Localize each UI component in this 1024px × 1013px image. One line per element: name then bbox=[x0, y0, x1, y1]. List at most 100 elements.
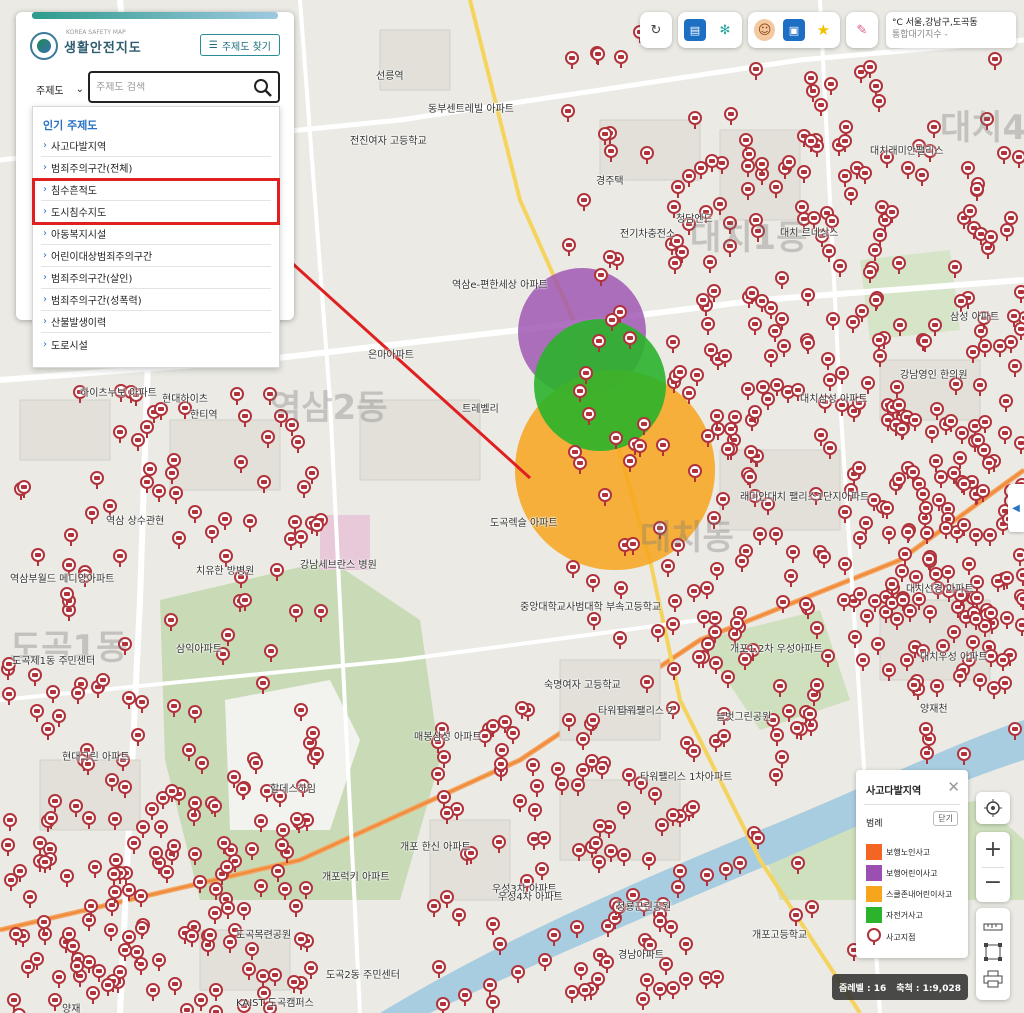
accident-pin[interactable] bbox=[44, 811, 58, 829]
accident-pin[interactable] bbox=[264, 644, 278, 662]
accident-pin[interactable] bbox=[140, 420, 154, 438]
accident-pin[interactable] bbox=[978, 415, 992, 433]
accident-pin[interactable] bbox=[721, 670, 735, 688]
accident-pin[interactable] bbox=[168, 977, 182, 995]
accident-pin[interactable] bbox=[919, 722, 933, 740]
accident-pin[interactable] bbox=[579, 366, 593, 384]
accident-pin[interactable] bbox=[687, 584, 701, 602]
accident-pin[interactable] bbox=[733, 856, 747, 874]
accident-pin[interactable] bbox=[686, 800, 700, 818]
accident-pin[interactable] bbox=[998, 426, 1012, 444]
accident-pin[interactable] bbox=[982, 456, 996, 474]
zoom-in-icon[interactable]: + bbox=[984, 835, 1002, 867]
accident-pin[interactable] bbox=[775, 312, 789, 330]
accident-pin[interactable] bbox=[969, 528, 983, 546]
accident-pin[interactable] bbox=[871, 637, 885, 655]
accident-pin[interactable] bbox=[299, 881, 313, 899]
accident-pin[interactable] bbox=[294, 703, 308, 721]
accident-pin[interactable] bbox=[704, 343, 718, 361]
popular-item-child-crime[interactable]: › 어린이대상범죄주의구간 bbox=[41, 245, 271, 267]
accident-pin[interactable] bbox=[69, 799, 83, 817]
accident-pin[interactable] bbox=[310, 518, 324, 536]
accident-pin[interactable] bbox=[748, 317, 762, 335]
accident-pin[interactable] bbox=[1014, 285, 1024, 303]
accident-pin[interactable] bbox=[9, 927, 23, 945]
accident-pin[interactable] bbox=[930, 679, 944, 697]
accident-pin[interactable] bbox=[668, 594, 682, 612]
accident-pin[interactable] bbox=[310, 747, 324, 765]
accident-pin[interactable] bbox=[948, 260, 962, 278]
close-icon[interactable]: ✕ bbox=[947, 778, 960, 796]
accident-pin[interactable] bbox=[709, 656, 723, 674]
accident-pin[interactable] bbox=[730, 616, 744, 634]
accident-pin[interactable] bbox=[268, 968, 282, 986]
accident-pin[interactable] bbox=[666, 808, 680, 826]
accident-pin[interactable] bbox=[716, 492, 730, 510]
accident-pin[interactable] bbox=[617, 801, 631, 819]
accident-pin[interactable] bbox=[84, 899, 98, 917]
accident-pin[interactable] bbox=[134, 889, 148, 907]
accident-pin[interactable] bbox=[814, 428, 828, 446]
accident-pin[interactable] bbox=[739, 133, 753, 151]
accident-pin[interactable] bbox=[154, 820, 168, 838]
accident-pin[interactable] bbox=[1014, 436, 1024, 454]
accident-pin[interactable] bbox=[195, 756, 209, 774]
accident-pin[interactable] bbox=[920, 526, 934, 544]
accident-pin[interactable] bbox=[165, 784, 179, 802]
accident-pin[interactable] bbox=[600, 955, 614, 973]
accident-pin[interactable] bbox=[748, 405, 762, 423]
accident-pin[interactable] bbox=[700, 868, 714, 886]
accident-pin[interactable] bbox=[573, 384, 587, 402]
accident-pin[interactable] bbox=[1015, 618, 1024, 636]
accident-pin[interactable] bbox=[930, 402, 944, 420]
accident-pin[interactable] bbox=[271, 864, 285, 882]
accident-pin[interactable] bbox=[108, 812, 122, 830]
accident-pin[interactable] bbox=[755, 294, 769, 312]
accident-pin[interactable] bbox=[837, 593, 851, 611]
accident-pin[interactable] bbox=[775, 750, 789, 768]
accident-pin[interactable] bbox=[238, 409, 252, 427]
accident-pin[interactable] bbox=[764, 349, 778, 367]
accident-pin[interactable] bbox=[923, 605, 937, 623]
accident-pin[interactable] bbox=[666, 981, 680, 999]
accident-pin[interactable] bbox=[194, 993, 208, 1011]
accident-pin[interactable] bbox=[515, 701, 529, 719]
accident-pin[interactable] bbox=[976, 484, 990, 502]
accident-pin[interactable] bbox=[790, 721, 804, 739]
accident-pin[interactable] bbox=[901, 161, 915, 179]
accident-pin[interactable] bbox=[486, 995, 500, 1013]
accident-pin[interactable] bbox=[105, 773, 119, 791]
accident-pin[interactable] bbox=[701, 317, 715, 335]
accident-pin[interactable] bbox=[562, 238, 576, 256]
accident-pin[interactable] bbox=[182, 743, 196, 761]
accident-pin[interactable] bbox=[761, 392, 775, 410]
accident-pin[interactable] bbox=[38, 855, 52, 873]
accident-pin[interactable] bbox=[294, 932, 308, 950]
accident-pin[interactable] bbox=[901, 525, 915, 543]
accident-pin[interactable] bbox=[826, 312, 840, 330]
accident-pin[interactable] bbox=[961, 161, 975, 179]
accident-pin[interactable] bbox=[953, 451, 967, 469]
popular-item-crime-all[interactable]: › 범죄주의구간(전체) bbox=[41, 157, 271, 179]
accident-pin[interactable] bbox=[957, 747, 971, 765]
accident-pin[interactable] bbox=[613, 631, 627, 649]
accident-pin[interactable] bbox=[671, 880, 685, 898]
accident-pin[interactable] bbox=[169, 486, 183, 504]
accident-pin[interactable] bbox=[188, 505, 202, 523]
accident-pin[interactable] bbox=[565, 51, 579, 69]
accident-pin[interactable] bbox=[427, 899, 441, 917]
accident-pin[interactable] bbox=[223, 935, 237, 953]
accident-pin[interactable] bbox=[718, 349, 732, 367]
accident-pin[interactable] bbox=[483, 978, 497, 996]
accident-pin[interactable] bbox=[598, 127, 612, 145]
accident-pin[interactable] bbox=[609, 431, 623, 449]
accident-pin[interactable] bbox=[46, 685, 60, 703]
accident-pin[interactable] bbox=[261, 430, 275, 448]
accident-pin[interactable] bbox=[135, 921, 149, 939]
accident-pin[interactable] bbox=[48, 993, 62, 1011]
accident-pin[interactable] bbox=[653, 914, 667, 932]
accident-pin[interactable] bbox=[953, 669, 967, 687]
accident-pin[interactable] bbox=[1007, 309, 1021, 327]
accident-pin[interactable] bbox=[984, 230, 998, 248]
accident-pin[interactable] bbox=[592, 334, 606, 352]
